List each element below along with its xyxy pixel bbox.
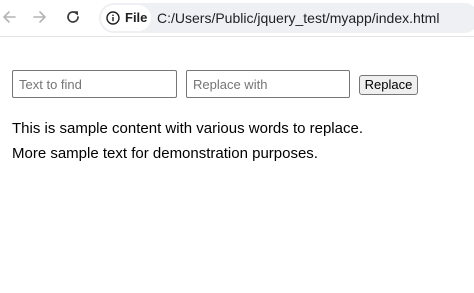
content-paragraph: More sample text for demonstration purpo… [12,145,318,162]
arrow-left-icon [3,11,16,23]
info-icon [106,11,120,25]
replace-input[interactable] [186,70,350,98]
scheme-label: File [125,10,148,25]
page-content: Replace This is sample content with vari… [0,37,474,293]
site-info-chip[interactable]: File [101,5,151,31]
reload-button[interactable] [60,4,86,30]
address-bar[interactable]: File C:/Users/Public/jquery_test/myapp/i… [99,3,474,33]
content-paragraph: This is sample content with various word… [12,120,363,137]
reload-icon [67,11,79,23]
back-button[interactable] [0,4,22,30]
replace-button[interactable]: Replace [359,75,418,95]
arrow-right-icon [33,11,46,23]
browser-toolbar: File C:/Users/Public/jquery_test/myapp/i… [0,0,474,37]
find-input[interactable] [12,70,177,98]
url-text[interactable]: C:/Users/Public/jquery_test/myapp/index.… [157,9,439,27]
forward-button[interactable] [27,4,53,30]
